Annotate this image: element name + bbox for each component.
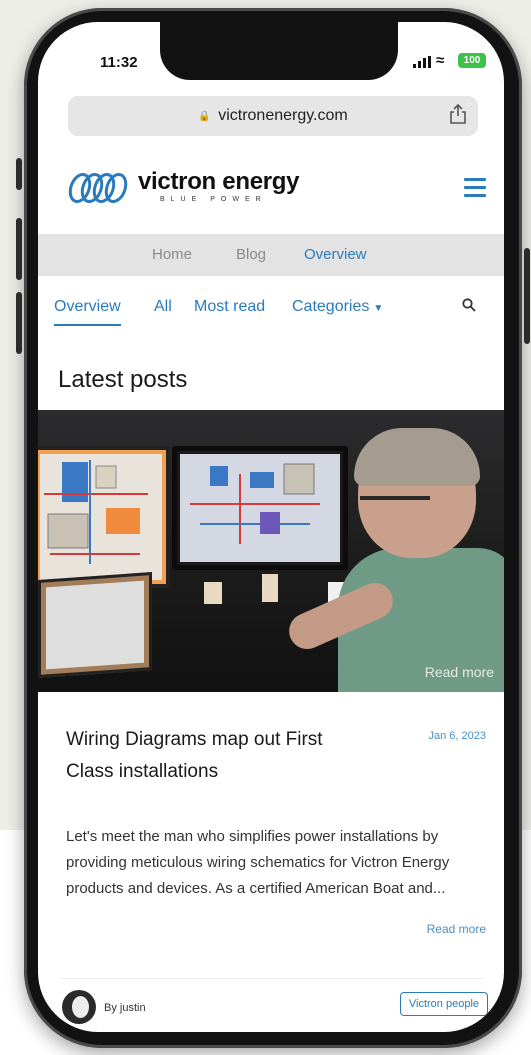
photo-laptop — [38, 572, 152, 678]
tab-all[interactable]: All — [154, 298, 172, 316]
post-image[interactable]: Read more — [38, 410, 504, 692]
tab-categories[interactable]: Categories ▼ — [292, 298, 383, 316]
photo-monitor-left — [38, 446, 170, 588]
tab-overview[interactable]: Overview — [54, 298, 121, 326]
mute-switch — [16, 158, 22, 190]
post-date: Jan 6, 2023 — [428, 730, 487, 742]
blog-subnav: Overview All Most read Categories ▼ — [38, 284, 504, 336]
photo-glasses — [360, 496, 430, 500]
volume-up-button — [16, 218, 22, 280]
post-author[interactable]: By justin — [104, 1002, 146, 1014]
tab-categories-label: Categories — [292, 298, 370, 315]
post-card: Wiring Diagrams map out First Class inst… — [38, 692, 504, 964]
signal-icon — [413, 56, 431, 68]
card-divider — [60, 978, 484, 979]
photo-note-2 — [262, 574, 278, 602]
section-title: Latest posts — [58, 366, 188, 393]
victron-logo-icon[interactable] — [66, 170, 138, 208]
chevron-down-icon: ▼ — [373, 303, 384, 314]
wifi-icon: ≈ — [436, 52, 445, 69]
breadcrumb: Home Blog Overview — [38, 234, 504, 276]
post-title[interactable]: Wiring Diagrams map out First Class inst… — [66, 724, 366, 788]
tab-most-read[interactable]: Most read — [194, 298, 265, 316]
url-text: victronenergy.com — [218, 107, 348, 124]
avatar[interactable] — [62, 990, 96, 1024]
share-icon[interactable] — [450, 103, 466, 129]
address-bar[interactable]: 🔒 victronenergy.com — [68, 96, 478, 136]
search-icon[interactable] — [462, 298, 476, 317]
read-more-link[interactable]: Read more — [427, 922, 486, 936]
breadcrumb-blog[interactable]: Blog — [236, 246, 266, 263]
battery-icon: 100 — [458, 53, 486, 68]
image-read-more-link[interactable]: Read more — [425, 664, 494, 680]
site-header: victron energy BLUE POWER — [38, 144, 504, 224]
status-time: 11:32 — [100, 54, 138, 71]
breadcrumb-overview[interactable]: Overview — [304, 246, 367, 263]
volume-down-button — [16, 292, 22, 354]
lock-icon: 🔒 — [198, 111, 211, 122]
power-button — [524, 248, 530, 344]
photo-monitor-center — [172, 446, 348, 570]
photo-note-1 — [204, 582, 222, 604]
phone-screen: 11:32 ≈ 100 🔒 victronenergy.com victron … — [38, 22, 504, 1032]
brand-name[interactable]: victron energy — [138, 168, 299, 196]
notch — [160, 22, 398, 80]
breadcrumb-home[interactable]: Home — [152, 246, 192, 263]
menu-icon[interactable] — [464, 178, 486, 202]
post-excerpt: Let's meet the man who simplifies power … — [66, 828, 450, 897]
post-footer: By justin Victron people — [38, 982, 504, 1032]
category-tag[interactable]: Victron people — [399, 992, 488, 1016]
brand-tagline: BLUE POWER — [160, 196, 267, 203]
photo-person-hair — [354, 428, 480, 486]
